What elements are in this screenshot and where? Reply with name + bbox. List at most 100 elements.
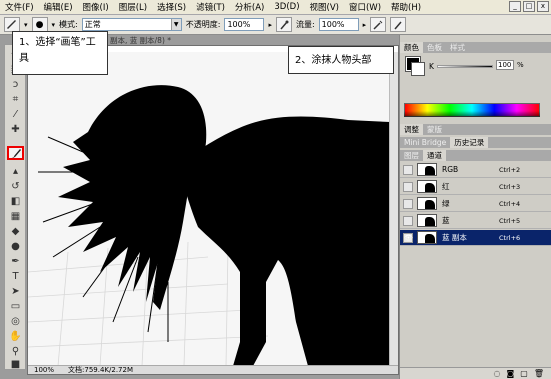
menu-view[interactable]: 视图(V) [305, 1, 344, 13]
menu-filter[interactable]: 滤镜(T) [191, 1, 230, 13]
airbrush-button[interactable] [370, 17, 387, 32]
background-color[interactable] [411, 62, 425, 76]
tab-masks[interactable]: 蒙版 [423, 124, 446, 135]
color-spectrum-shade [404, 111, 540, 117]
callout-step1: 1、选择“画笔”工具 [12, 31, 108, 75]
opacity-slider-arrow-icon[interactable]: ▸ [268, 21, 272, 29]
history-panel-tabs: Mini Bridge 历史记录 [400, 137, 551, 148]
lasso-tool-icon[interactable]: ↄ [7, 77, 24, 91]
channel-panel-footer: ◌ ◙ ▢ 🗑 [400, 367, 551, 379]
channel-shortcut: Ctrl+4 [499, 199, 521, 208]
channel-name: 绿 [442, 199, 450, 208]
opacity-label: 不透明度: [185, 20, 221, 29]
maximize-button[interactable]: □ [523, 1, 535, 12]
tab-swatches[interactable]: 色板 [423, 42, 446, 53]
channel-thumbnail [417, 214, 437, 227]
pen-pressure-icon [280, 20, 289, 29]
k-value-input[interactable]: 100 [496, 60, 514, 70]
eraser-tool-icon[interactable]: ◧ [7, 194, 24, 208]
pressure-opacity-button[interactable] [275, 17, 292, 32]
zoom-level[interactable]: 100% [34, 366, 54, 374]
menu-analysis[interactable]: 分析(A) [230, 1, 269, 13]
channel-name: 红 [442, 182, 450, 191]
visibility-toggle[interactable] [403, 215, 413, 226]
color-swatches-icon[interactable]: ■ [7, 357, 24, 371]
path-select-icon[interactable]: ➤ [7, 284, 24, 298]
channel-row-red[interactable]: 红 Ctrl+3 [400, 179, 551, 195]
menu-image[interactable]: 图像(I) [78, 1, 114, 13]
shape-tool-icon[interactable]: ▭ [7, 299, 24, 313]
trash-icon[interactable]: 🗑 [534, 369, 544, 378]
menu-help[interactable]: 帮助(H) [386, 1, 426, 13]
blur-tool-icon[interactable]: ◆ [7, 224, 24, 238]
window-controls: _ □ x [509, 1, 549, 12]
vertical-scrollbar[interactable] [389, 52, 398, 366]
flow-input[interactable]: 100% [318, 18, 359, 31]
flow-slider-arrow-icon[interactable]: ▸ [363, 21, 367, 29]
mode-select[interactable]: 正常 ▼ [81, 18, 182, 31]
dropdown-arrow-icon[interactable]: ▾ [24, 21, 28, 29]
eye-icon[interactable]: 👁 [403, 232, 413, 243]
close-window-button[interactable]: x [537, 1, 549, 12]
airbrush-icon [373, 20, 383, 30]
brush-size-button[interactable]: ● [31, 17, 48, 32]
menu-window[interactable]: 窗口(W) [344, 1, 386, 13]
channel-name: 蓝 [442, 216, 450, 225]
channel-row-rgb[interactable]: RGB Ctrl+2 [400, 162, 551, 178]
crop-tool-icon[interactable]: ⌗ [7, 92, 24, 106]
k-slider[interactable] [437, 65, 493, 68]
channel-thumbnail [417, 197, 437, 210]
tab-adjustments[interactable]: 调整 [400, 124, 423, 135]
pressure-size-button[interactable] [390, 17, 407, 32]
channel-shortcut: Ctrl+2 [499, 165, 521, 174]
menu-select[interactable]: 选择(S) [152, 1, 191, 13]
brush-tool-icon[interactable] [7, 146, 24, 160]
tab-color[interactable]: 颜色 [400, 42, 423, 53]
brush-preset-button[interactable] [4, 17, 20, 32]
flow-label: 流量: [295, 20, 315, 29]
visibility-toggle[interactable] [403, 164, 413, 175]
channel-row-blue-copy[interactable]: 👁 蓝 副本 Ctrl+6 [400, 230, 551, 246]
visibility-toggle[interactable] [403, 181, 413, 192]
dropdown-arrow-icon[interactable]: ▾ [52, 21, 56, 29]
opacity-input[interactable]: 100% [224, 18, 265, 31]
tab-channels[interactable]: 通道 [423, 150, 446, 161]
3d-tool-icon[interactable]: ◎ [7, 314, 24, 328]
gradient-tool-icon[interactable]: ▦ [7, 209, 24, 223]
save-selection-icon[interactable]: ◙ [507, 369, 515, 378]
channel-thumbnail [417, 231, 437, 244]
type-tool-icon[interactable]: T [7, 269, 24, 283]
channel-name: RGB [442, 165, 459, 174]
toolbox: ✥ ⬚ ↄ ⌗ ⁄ ✚ ▴ ↺ ◧ ▦ ◆ ● ✒ T ➤ ▭ ◎ ✋ ⚲ ■ [4, 44, 26, 370]
tab-styles[interactable]: 样式 [446, 42, 469, 53]
visibility-toggle[interactable] [403, 198, 413, 209]
new-channel-icon[interactable]: ▢ [520, 369, 528, 378]
menu-layer[interactable]: 图层(L) [114, 1, 152, 13]
tab-layers[interactable]: 图层 [400, 150, 423, 161]
load-selection-icon[interactable]: ◌ [494, 369, 501, 378]
zoom-tool-icon[interactable]: ⚲ [7, 344, 24, 358]
channel-row-green[interactable]: 绿 Ctrl+4 [400, 196, 551, 212]
history-brush-icon[interactable]: ↺ [7, 179, 24, 193]
tab-history[interactable]: 历史记录 [450, 137, 489, 148]
channel-row-blue[interactable]: 蓝 Ctrl+5 [400, 213, 551, 229]
channel-thumbnail [417, 163, 437, 176]
color-panel-tabs: 颜色 色板 样式 [400, 42, 551, 53]
callout-step2: 2、涂抹人物头部 [288, 46, 394, 74]
stamp-tool-icon[interactable]: ▴ [7, 164, 24, 178]
canvas[interactable] [28, 52, 390, 366]
minimize-button[interactable]: _ [509, 1, 521, 12]
status-bar: 100% 文档:759.4K/2.72M [28, 365, 398, 374]
adjust-panel-tabs: 调整 蒙版 [400, 124, 551, 135]
hand-tool-icon[interactable]: ✋ [7, 329, 24, 343]
healing-tool-icon[interactable]: ✚ [7, 122, 24, 136]
pen-tool-icon[interactable]: ✒ [7, 254, 24, 268]
canvas-image [28, 52, 390, 366]
eyedropper-tool-icon[interactable]: ⁄ [7, 107, 24, 121]
menu-file[interactable]: 文件(F) [0, 1, 39, 13]
dodge-tool-icon[interactable]: ● [7, 239, 24, 253]
channel-thumbnail [417, 180, 437, 193]
tab-mini-bridge[interactable]: Mini Bridge [400, 137, 450, 148]
menu-edit[interactable]: 编辑(E) [39, 1, 78, 13]
menu-3d[interactable]: 3D(D) [269, 2, 304, 12]
